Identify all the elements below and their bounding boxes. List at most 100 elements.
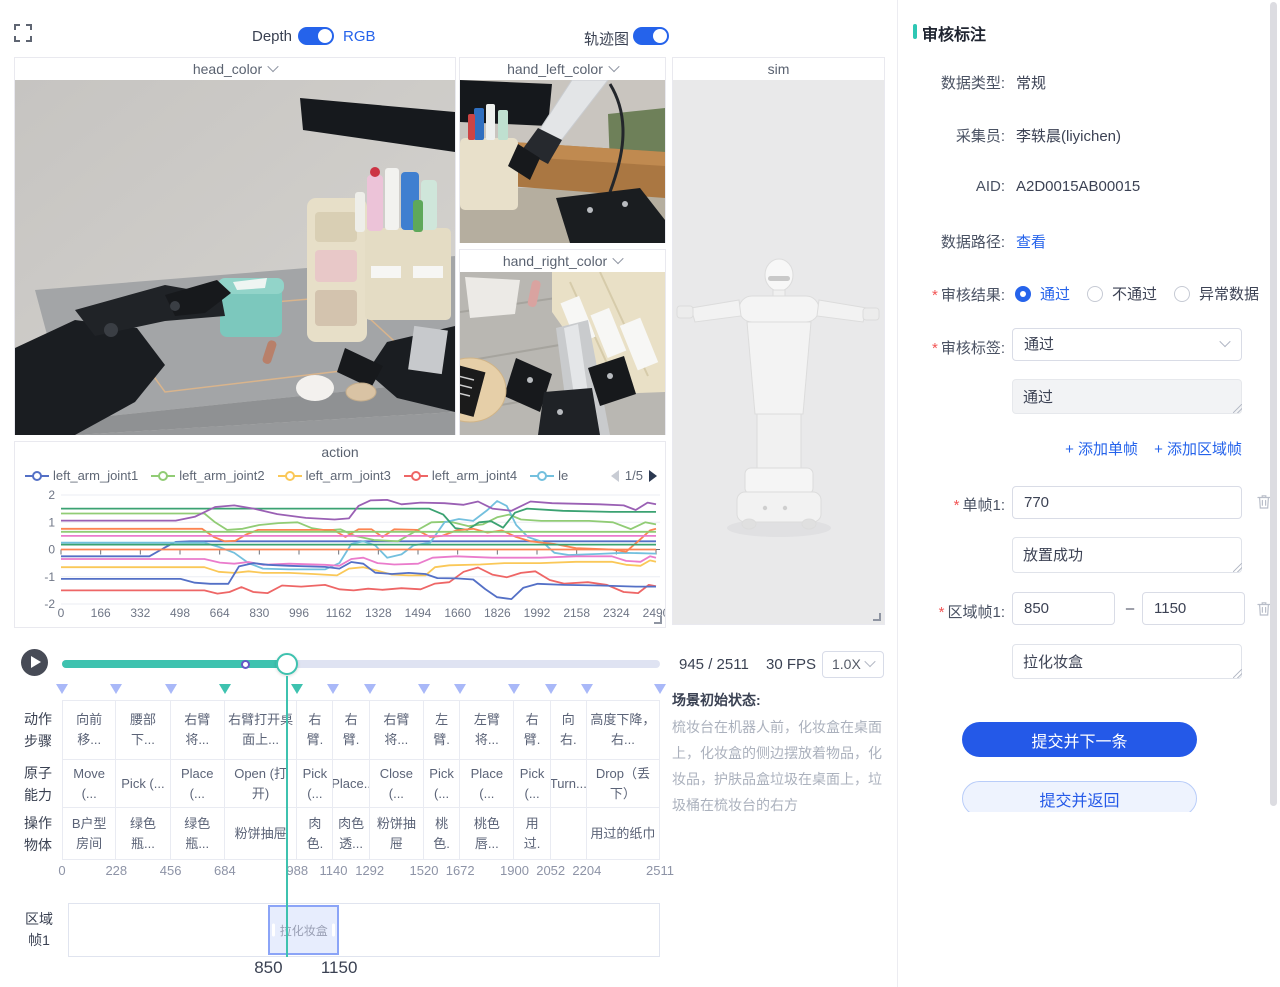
legend-item-left_arm_joint2[interactable]: left_arm_joint2 — [151, 468, 264, 483]
submit-return-button[interactable]: 提交并返回 — [962, 781, 1197, 812]
fullscreen-icon[interactable] — [14, 24, 32, 42]
radio-fail[interactable] — [1087, 286, 1103, 302]
timeline-cell[interactable]: 绿色瓶... — [171, 808, 225, 860]
timeline-cell[interactable]: Move (... — [62, 760, 116, 808]
legend-item-le[interactable]: le — [530, 468, 568, 483]
timeline-cell[interactable]: Pick (... — [116, 760, 170, 808]
region-end-input[interactable] — [1142, 592, 1245, 625]
timeline-axis-label: 0 — [58, 863, 65, 878]
timeline-marker[interactable] — [110, 684, 122, 694]
timeline-cell[interactable]: Place (... — [460, 760, 514, 808]
timeline-cell[interactable]: 高度下降，右... — [587, 700, 660, 760]
speed-select[interactable]: 1.0X — [822, 651, 884, 678]
timeline-cell[interactable]: 左臂. — [424, 700, 460, 760]
required-asterisk: * — [939, 604, 945, 621]
timeline-cell[interactable]: Turn... — [551, 760, 587, 808]
head-camera-title: head_color — [193, 61, 262, 77]
timeline-cell[interactable]: Place (... — [171, 760, 225, 808]
legend-item-left_arm_joint4[interactable]: left_arm_joint4 — [404, 468, 517, 483]
timeline-marker[interactable] — [219, 684, 231, 694]
timeline-cell[interactable]: 右臂. — [333, 700, 369, 760]
add-region-frame-link[interactable]: + 添加区域帧 — [1154, 438, 1242, 459]
timeline-marker[interactable] — [581, 684, 593, 694]
submit-next-button[interactable]: 提交并下一条 — [962, 722, 1197, 757]
progress-slider-handle[interactable] — [276, 653, 298, 675]
timeline-marker[interactable] — [291, 684, 303, 694]
panel-scrollbar-thumb[interactable] — [1270, 2, 1277, 806]
resize-handle-icon[interactable] — [873, 613, 881, 621]
timeline-cell[interactable]: 右臂. — [297, 700, 333, 760]
timeline-cell[interactable]: Pick (... — [297, 760, 333, 808]
timeline-marker[interactable] — [418, 684, 430, 694]
timeline-cell[interactable]: 腰部下... — [116, 700, 170, 760]
timeline-cell[interactable] — [551, 808, 587, 860]
timeline-cell[interactable]: B户型房间 — [62, 808, 116, 860]
timeline-cell[interactable]: 用过. — [514, 808, 550, 860]
radio-abnormal[interactable] — [1174, 286, 1190, 302]
depth-rgb-toggle[interactable] — [298, 27, 334, 45]
resize-handle-icon[interactable] — [654, 616, 662, 624]
timeline-cell[interactable]: 肉色. — [297, 808, 333, 860]
timeline-cell[interactable]: 向前移... — [62, 700, 116, 760]
data-path-view-link[interactable]: 查看 — [1016, 231, 1046, 252]
resize-grip-icon[interactable] — [1233, 563, 1242, 572]
timeline-cell[interactable]: 向右. — [551, 700, 587, 760]
timeline-marker[interactable] — [327, 684, 339, 694]
playhead-line[interactable] — [286, 676, 288, 957]
region-block-right-handle[interactable] — [332, 924, 335, 937]
timeline-marker[interactable] — [454, 684, 466, 694]
review-tag-select[interactable]: 通过 — [1012, 328, 1242, 361]
resize-grip-icon[interactable] — [1233, 404, 1242, 413]
radio-pass-label[interactable]: 通过 — [1040, 283, 1070, 304]
region-track[interactable] — [68, 903, 660, 957]
timeline-cell[interactable]: Pick (... — [424, 760, 460, 808]
timeline-cell[interactable]: 右臂. — [514, 700, 550, 760]
trajectory-toggle[interactable] — [633, 27, 669, 45]
timeline-cell[interactable]: 用过的纸巾 — [587, 808, 660, 860]
legend-item-left_arm_joint3[interactable]: left_arm_joint3 — [278, 468, 391, 483]
timeline-axis-label: 1672 — [446, 863, 475, 878]
legend-marker-icon — [25, 471, 49, 481]
timeline-cell[interactable]: Place.. — [333, 760, 369, 808]
single-frame-input[interactable] — [1012, 486, 1242, 519]
legend-item-left_arm_joint1[interactable]: left_arm_joint1 — [25, 468, 138, 483]
sim-viewport[interactable] — [673, 80, 884, 624]
timeline-cell[interactable]: 肉色透... — [333, 808, 369, 860]
timeline-cell[interactable]: 右臂将... — [370, 700, 424, 760]
resize-grip-icon[interactable] — [1233, 669, 1242, 678]
timeline-marker[interactable] — [654, 684, 666, 694]
legend-prev-icon[interactable] — [611, 470, 619, 482]
timeline-cell[interactable]: 桃色唇... — [460, 808, 514, 860]
add-single-frame-link[interactable]: + 添加单帧 — [1065, 438, 1138, 459]
timeline-marker[interactable] — [56, 684, 68, 694]
radio-fail-label[interactable]: 不通过 — [1112, 283, 1157, 304]
timeline-marker[interactable] — [364, 684, 376, 694]
chevron-down-icon — [267, 60, 278, 71]
region-block-left-handle[interactable] — [272, 924, 275, 937]
timeline-cell[interactable]: 右臂将... — [171, 700, 225, 760]
head-camera-selector[interactable]: head_color — [15, 58, 455, 80]
hand-left-camera-selector[interactable]: hand_left_color — [460, 58, 665, 80]
review-tag-note-textarea[interactable]: 通过 — [1012, 379, 1242, 414]
timeline-marker[interactable] — [165, 684, 177, 694]
radio-pass[interactable] — [1015, 286, 1031, 302]
timeline-marker[interactable] — [545, 684, 557, 694]
legend-next-icon[interactable] — [649, 470, 657, 482]
region-start-input[interactable] — [1012, 592, 1115, 625]
x-tick-label: 1826 — [484, 606, 511, 620]
timeline-cell[interactable]: Drop（丢下） — [587, 760, 660, 808]
timeline-cell[interactable]: 粉饼抽屉 — [370, 808, 424, 860]
play-button[interactable] — [21, 649, 48, 676]
region-block[interactable]: 拉化妆盒 — [268, 905, 339, 955]
timeline-cell[interactable]: 左臂将... — [460, 700, 514, 760]
timeline-cell[interactable]: 桃色. — [424, 808, 460, 860]
timeline-marker[interactable] — [508, 684, 520, 694]
timeline-cell[interactable]: 绿色瓶... — [116, 808, 170, 860]
timeline-cell[interactable]: Close (... — [370, 760, 424, 808]
region-desc-textarea[interactable]: 拉化妆盒 — [1012, 644, 1242, 679]
single-frame-desc-textarea[interactable]: 放置成功 — [1012, 537, 1242, 573]
timeline-cell[interactable]: Pick (... — [514, 760, 550, 808]
radio-abnormal-label[interactable]: 异常数据 — [1199, 283, 1259, 304]
single-frame-marker-dot[interactable] — [241, 660, 250, 669]
hand-right-camera-selector[interactable]: hand_right_color — [460, 250, 665, 272]
